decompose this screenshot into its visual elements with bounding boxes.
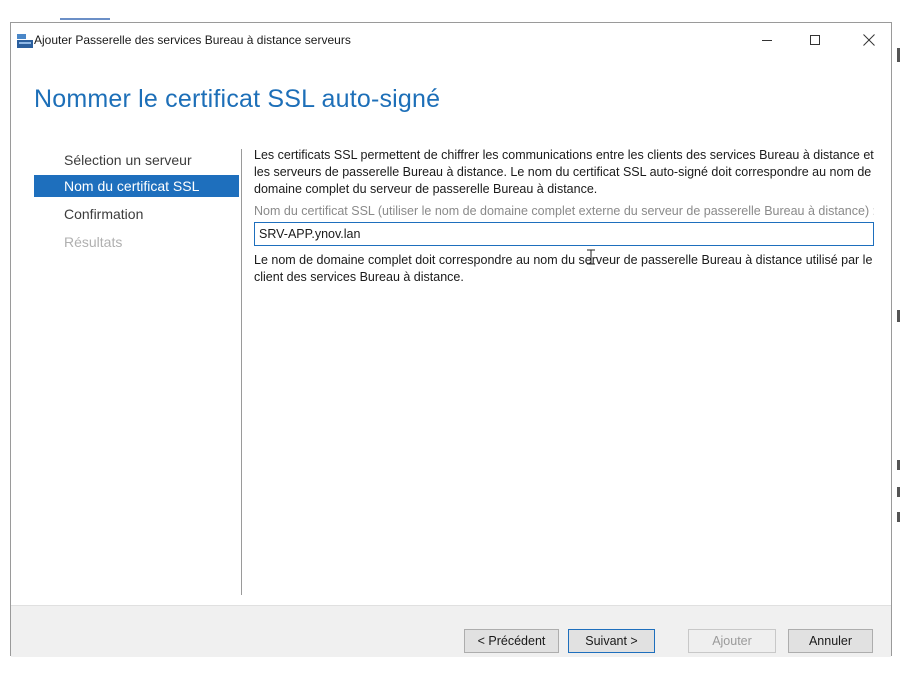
wizard-window: Ajouter Passerelle des services Bureau à… bbox=[10, 22, 892, 657]
ssl-name-field-label: Nom du certificat SSL (utiliser le nom d… bbox=[254, 204, 874, 218]
background-mark bbox=[897, 512, 900, 522]
maximize-button[interactable] bbox=[793, 23, 837, 57]
server-manager-icon bbox=[17, 34, 33, 48]
window-title: Ajouter Passerelle des services Bureau à… bbox=[34, 33, 351, 47]
nav-item-results: Résultats bbox=[64, 234, 123, 250]
text-cursor-icon bbox=[587, 249, 595, 265]
nav-item-ssl-certificate-name[interactable]: Nom du certificat SSL bbox=[34, 175, 239, 197]
minimize-button[interactable] bbox=[745, 23, 789, 57]
add-button: Ajouter bbox=[688, 629, 776, 653]
minimize-icon bbox=[762, 39, 772, 41]
background-mark bbox=[897, 310, 900, 322]
wizard-footer: < Précédent Suivant > Ajouter Annuler bbox=[11, 605, 891, 657]
background-mark bbox=[897, 48, 900, 62]
next-button[interactable]: Suivant > bbox=[568, 629, 655, 653]
main-content: Les certificats SSL permettent de chiffr… bbox=[254, 147, 874, 286]
background-mark bbox=[897, 487, 900, 497]
maximize-icon bbox=[810, 35, 820, 45]
title-bar[interactable]: Ajouter Passerelle des services Bureau à… bbox=[11, 23, 891, 57]
note-text: Le nom de domaine complet doit correspon… bbox=[254, 253, 873, 284]
nav-divider bbox=[241, 149, 242, 595]
background-window-strip bbox=[892, 0, 916, 682]
ssl-certificate-name-input[interactable] bbox=[254, 222, 874, 246]
description-text: Les certificats SSL permettent de chiffr… bbox=[254, 148, 874, 196]
close-button[interactable] bbox=[847, 23, 891, 57]
background-window-edge bbox=[60, 18, 110, 20]
wizard-steps-nav: Sélection un serveur Nom du certificat S… bbox=[34, 149, 239, 259]
nav-item-select-server[interactable]: Sélection un serveur bbox=[34, 149, 239, 171]
page-title: Nommer le certificat SSL auto-signé bbox=[34, 85, 441, 113]
background-mark bbox=[897, 460, 900, 470]
cancel-button[interactable]: Annuler bbox=[788, 629, 873, 653]
previous-button[interactable]: < Précédent bbox=[464, 629, 559, 653]
nav-item-confirmation[interactable]: Confirmation bbox=[34, 203, 239, 225]
close-icon bbox=[863, 34, 875, 46]
